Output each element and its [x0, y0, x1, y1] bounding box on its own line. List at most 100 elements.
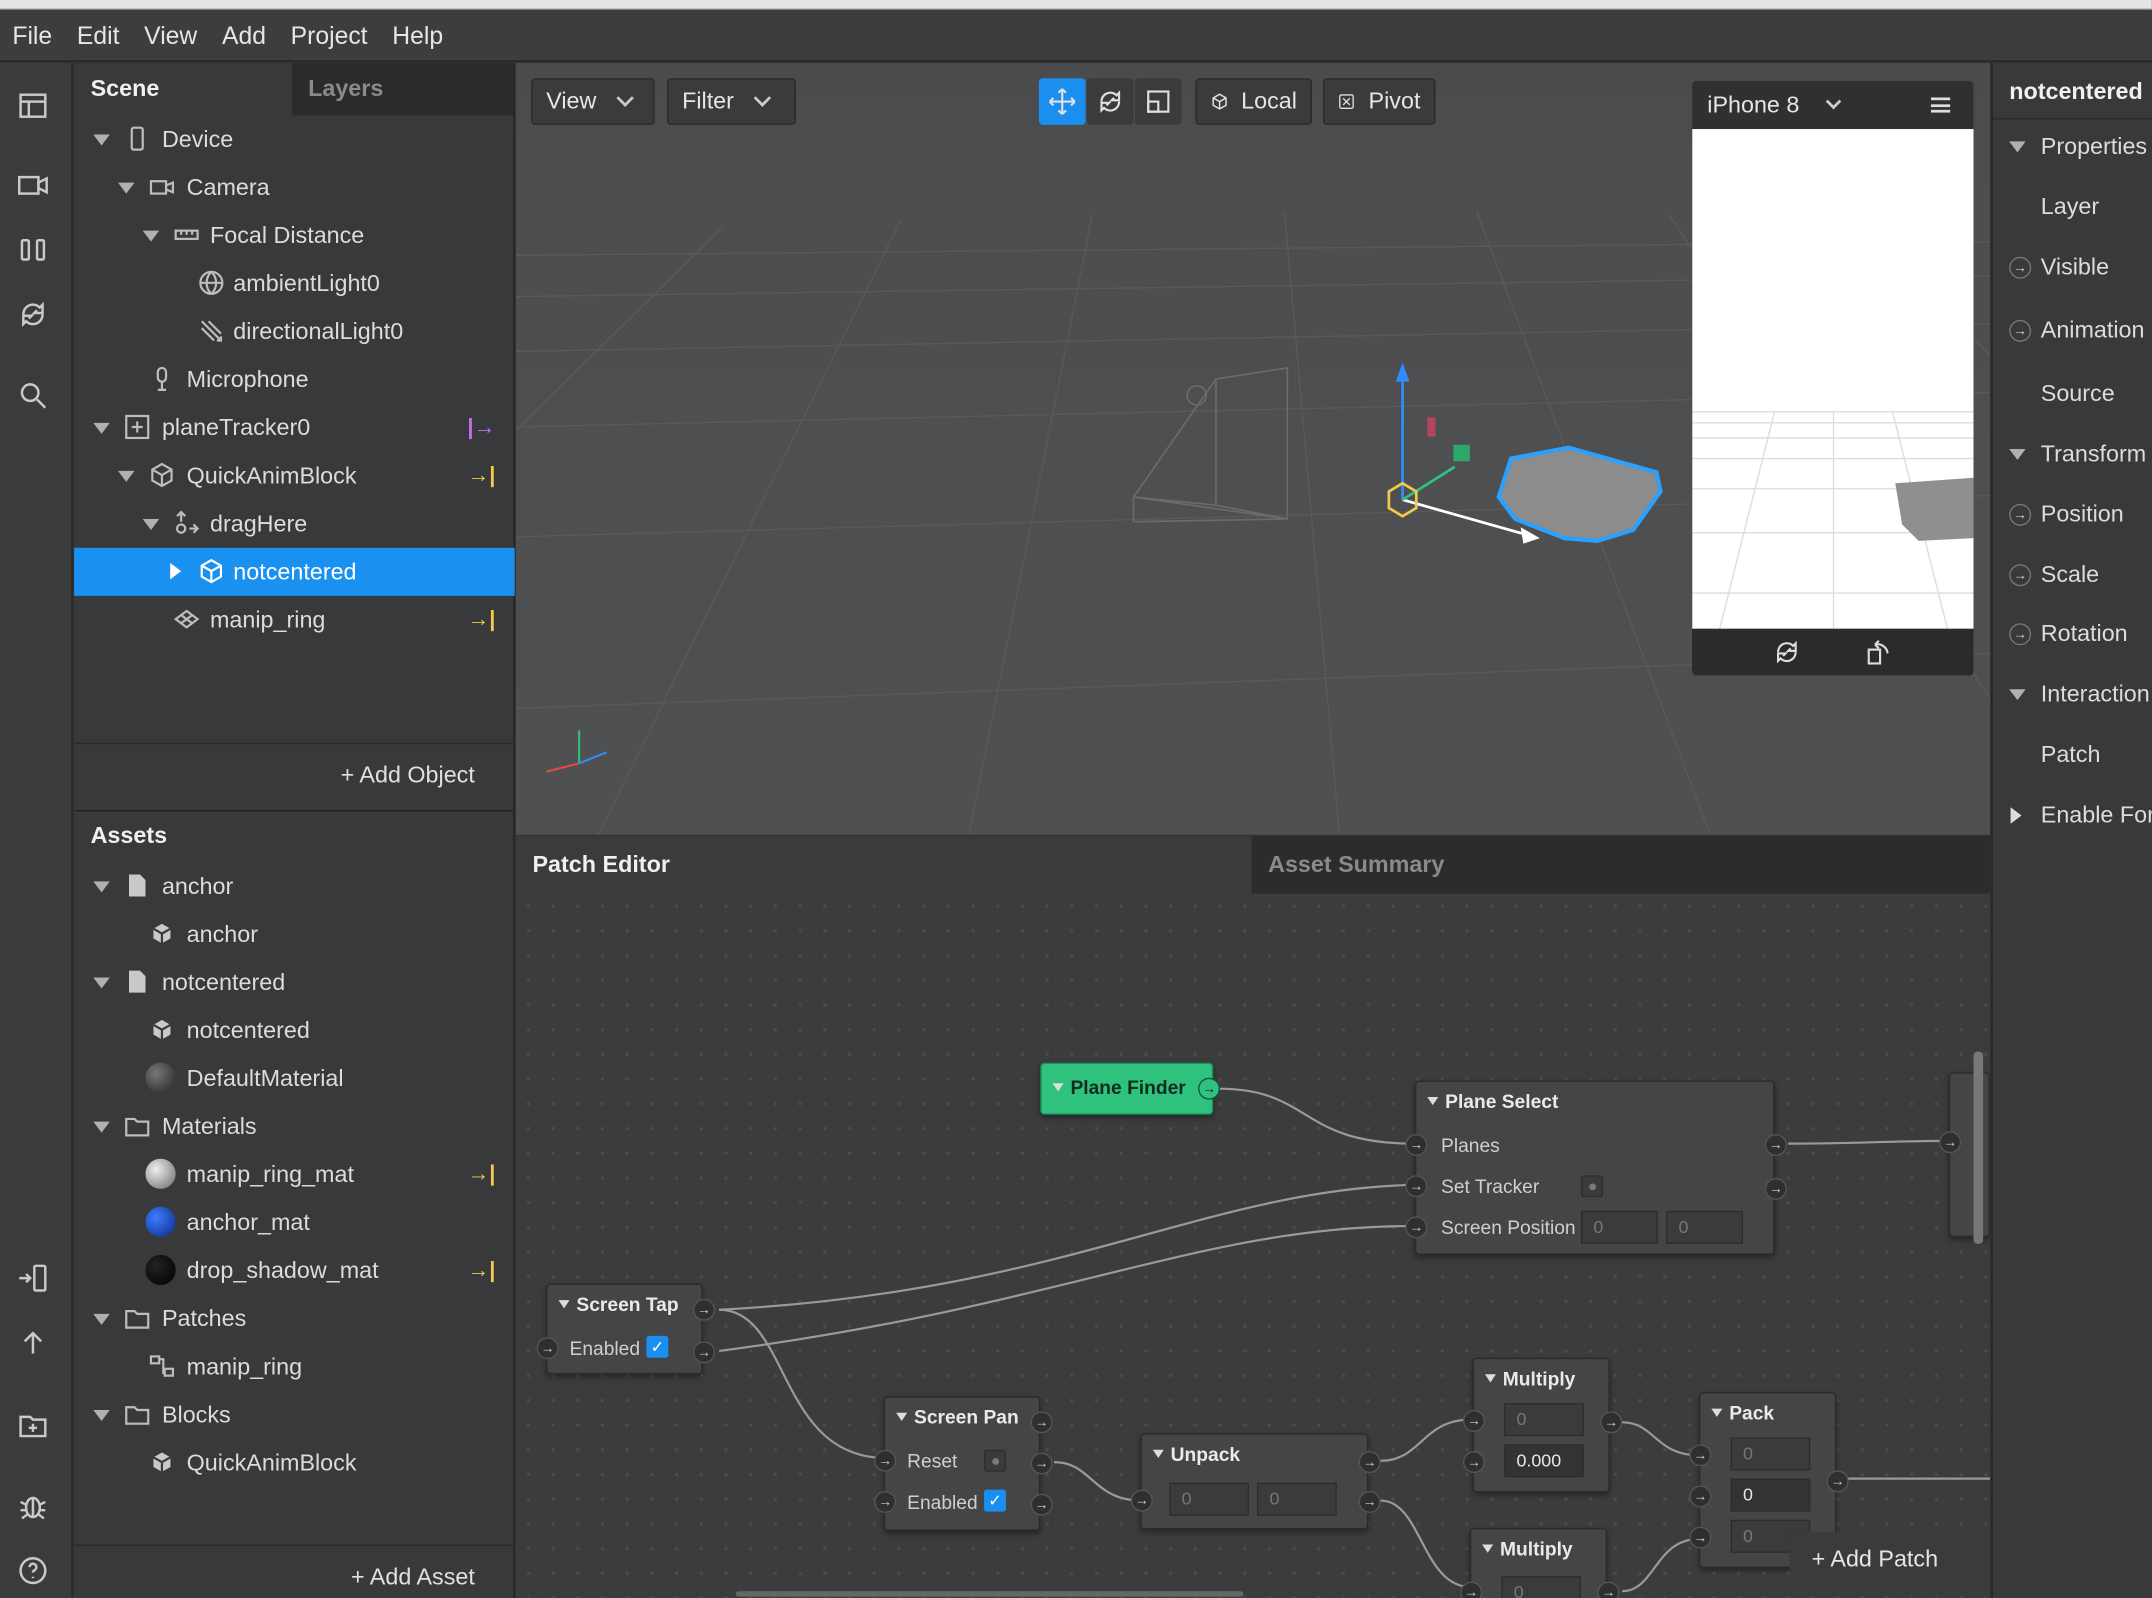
connect-arrow-icon[interactable]: → — [2009, 503, 2032, 526]
menu-view[interactable]: View — [132, 9, 210, 61]
rotate-device-icon[interactable] — [1864, 637, 1894, 667]
expand-caret-icon[interactable] — [142, 518, 160, 530]
asset-item-anchor-mat[interactable]: anchor_mat — [74, 1199, 515, 1247]
asset-item-notcentered-mesh[interactable]: notcentered — [74, 1006, 515, 1054]
refresh-icon[interactable] — [12, 294, 53, 335]
tab-scene[interactable]: Scene — [74, 63, 292, 116]
help-icon[interactable] — [12, 1550, 53, 1591]
connect-arrow-icon[interactable]: → — [2009, 623, 2032, 646]
move-tool-button[interactable] — [1038, 78, 1086, 125]
asset-item-manip-ring-patch[interactable]: manip_ring — [74, 1343, 515, 1391]
set-tracker-toggle[interactable] — [1581, 1175, 1603, 1198]
filter-dropdown[interactable]: Filter — [666, 78, 796, 125]
offscreen-node[interactable]: → — [1939, 1072, 1990, 1237]
add-asset-button[interactable]: + Add Asset — [351, 1564, 475, 1591]
input-port-icon[interactable]: → — [1405, 1175, 1428, 1198]
screen-position-x-field[interactable]: 0 — [1581, 1210, 1658, 1244]
output-port-icon[interactable]: → — [693, 1341, 716, 1364]
input-port-icon[interactable]: → — [1405, 1134, 1428, 1156]
input-port-icon[interactable]: → — [1130, 1489, 1153, 1512]
asset-item-quickanimblock[interactable]: QuickAnimBlock — [74, 1439, 515, 1487]
connect-arrow-icon[interactable]: → — [2009, 256, 2032, 279]
layout-icon[interactable] — [12, 85, 53, 126]
tab-layers[interactable]: Layers — [291, 63, 514, 116]
restart-icon[interactable] — [1772, 637, 1802, 667]
send-to-device-icon[interactable] — [12, 1258, 53, 1299]
scene-item-plane-tracker[interactable]: planeTracker0 |→ — [74, 404, 515, 452]
collapse-caret-icon[interactable] — [2010, 807, 2022, 824]
tab-asset-summary[interactable]: Asset Summary — [1251, 836, 1990, 894]
input-port-icon[interactable]: → — [874, 1449, 897, 1472]
rotate-tool-button[interactable] — [1086, 78, 1134, 125]
hamburger-menu-icon[interactable] — [1930, 97, 1951, 113]
output-port-icon[interactable]: → — [1764, 1134, 1787, 1156]
scene-item-quickanimblock[interactable]: QuickAnimBlock →| — [74, 452, 515, 500]
plane-finder-node[interactable]: Plane Finder → — [1040, 1062, 1221, 1115]
input-port-icon[interactable]: → — [536, 1337, 559, 1360]
asset-item-default-material[interactable]: DefaultMaterial — [74, 1054, 515, 1102]
scene-item-ambient-light[interactable]: ambientLight0 — [74, 259, 515, 307]
menu-add[interactable]: Add — [210, 9, 279, 61]
video-camera-icon[interactable] — [12, 165, 53, 206]
search-icon[interactable] — [12, 375, 53, 416]
multiply-a-field[interactable]: 0 — [1504, 1403, 1584, 1437]
upload-icon[interactable] — [12, 1322, 53, 1363]
input-port-icon[interactable]: → — [1462, 1409, 1485, 1432]
view-dropdown[interactable]: View — [531, 78, 655, 125]
expand-caret-icon[interactable] — [118, 182, 135, 194]
connect-arrow-icon[interactable]: → — [2009, 319, 2032, 342]
output-port-icon[interactable]: → — [1198, 1077, 1221, 1100]
scene-item-draghere[interactable]: dragHere — [74, 500, 515, 548]
expand-caret-icon[interactable] — [93, 1121, 110, 1133]
expand-caret-icon[interactable] — [2009, 141, 2026, 153]
expand-caret-icon[interactable] — [2009, 448, 2026, 460]
vertical-scrollbar[interactable] — [1973, 1051, 1984, 1244]
output-port-icon[interactable]: → — [1030, 1493, 1053, 1516]
reset-toggle[interactable] — [984, 1449, 1006, 1472]
enabled-checkbox[interactable]: ✓ — [646, 1335, 669, 1358]
split-view-icon[interactable] — [12, 229, 53, 270]
expand-caret-icon[interactable] — [93, 1313, 110, 1325]
output-port-icon[interactable]: → — [1826, 1470, 1849, 1493]
local-space-toggle[interactable]: Local — [1195, 78, 1313, 125]
pack-x-field[interactable]: 0 — [1730, 1437, 1811, 1471]
screen-tap-node[interactable]: Screen Tap → Enabled ✓ → → — [536, 1283, 716, 1375]
plane-select-node[interactable]: Plane Select → Planes → Set Tracker → Sc… — [1405, 1080, 1787, 1255]
menu-edit[interactable]: Edit — [65, 9, 132, 61]
expand-caret-icon[interactable] — [93, 422, 110, 434]
screen-position-y-field[interactable]: 0 — [1666, 1210, 1743, 1244]
unpack-x-field[interactable]: 0 — [1169, 1482, 1249, 1516]
tab-patch-editor[interactable]: Patch Editor — [516, 836, 1252, 894]
asset-folder-patches[interactable]: Patches — [74, 1295, 515, 1343]
scene-item-microphone[interactable]: Microphone — [74, 356, 515, 404]
output-port-icon[interactable]: → — [1358, 1490, 1381, 1513]
unpack-node[interactable]: Unpack → 0 0 → → — [1130, 1433, 1381, 1530]
device-screen[interactable] — [1692, 129, 1974, 629]
expand-caret-icon[interactable] — [93, 977, 110, 989]
expand-caret-icon[interactable] — [142, 230, 160, 242]
input-port-icon[interactable]: → — [1689, 1444, 1712, 1467]
multiply-node-2[interactable]: Multiply → 0 → — [1460, 1528, 1620, 1598]
scene-viewport[interactable]: View Filter Local Pivot iPhone 8 — [516, 63, 1990, 835]
scene-item-notcentered[interactable]: notcentered — [74, 547, 515, 596]
input-port-icon[interactable]: → — [874, 1490, 897, 1513]
menu-help[interactable]: Help — [380, 9, 456, 61]
asset-item-manip-ring-mat[interactable]: manip_ring_mat →| — [74, 1150, 515, 1198]
add-object-button[interactable]: + Add Object — [341, 762, 475, 789]
input-port-icon[interactable]: → — [1462, 1451, 1485, 1474]
asset-folder-materials[interactable]: Materials — [74, 1102, 515, 1150]
input-port-icon[interactable]: → — [1405, 1216, 1428, 1239]
scene-item-device[interactable]: Device — [74, 115, 515, 163]
scene-item-camera[interactable]: Camera — [74, 163, 515, 211]
asset-item-anchor-mesh[interactable]: anchor — [74, 910, 515, 958]
expand-caret-icon[interactable] — [118, 470, 135, 482]
patch-graph-canvas[interactable]: Plane Finder → Plane Select → Planes → S… — [516, 893, 1990, 1598]
scene-item-manip-ring[interactable]: manip_ring →| — [74, 596, 515, 644]
output-port-icon[interactable]: → — [1600, 1411, 1623, 1434]
connect-arrow-icon[interactable]: → — [2009, 564, 2032, 587]
input-port-icon[interactable]: → — [1939, 1131, 1962, 1154]
add-patch-button[interactable]: + Add Patch — [1789, 1532, 1990, 1588]
asset-folder-blocks[interactable]: Blocks — [74, 1391, 515, 1439]
input-port-icon[interactable]: → — [1689, 1526, 1712, 1549]
multiply-b-field[interactable]: 0.000 — [1504, 1444, 1584, 1478]
